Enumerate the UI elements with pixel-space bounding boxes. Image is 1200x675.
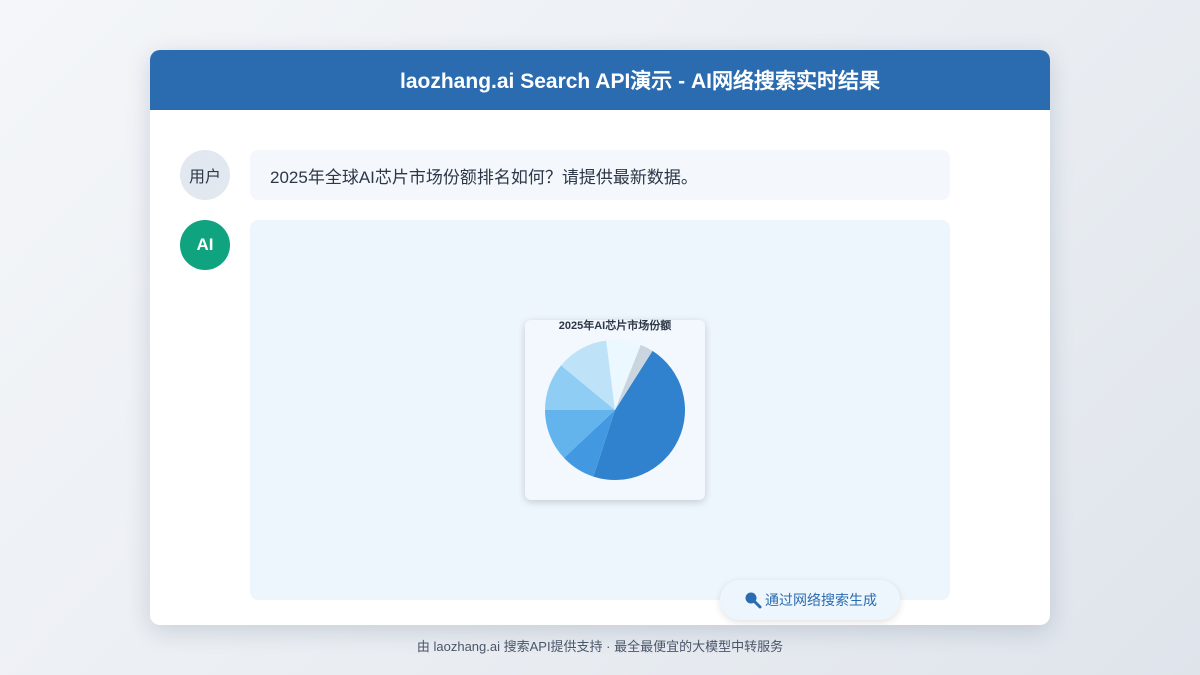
user-avatar: 用户	[180, 150, 230, 200]
ai-avatar: AI	[180, 220, 230, 270]
search-icon	[743, 590, 763, 610]
search-source-badge[interactable]: 通过网络搜索生成	[720, 580, 900, 620]
footer-text: 由 laozhang.ai 搜索API提供支持 · 最全最便宜的大模型中转服务	[416, 639, 784, 654]
user-message-bubble: 2025年全球AI芯片市场份额排名如何？请提供最新数据。	[250, 150, 950, 200]
market-share-chart: 2025年AI芯片市场份额	[525, 320, 705, 500]
search-source-label: 通过网络搜索生成	[765, 592, 877, 608]
chart-title: 2025年AI芯片市场份额	[558, 320, 672, 332]
pie-chart-svg	[545, 340, 685, 480]
chat-window: laozhang.ai Search API演示 - AI网络搜索实时结果 用户…	[150, 50, 1050, 625]
window-title: laozhang.ai Search API演示 - AI网络搜索实时结果	[150, 50, 1050, 110]
ai-message-bubble: 2025年AI芯片市场份额	[250, 220, 950, 600]
user-message-text: 2025年全球AI芯片市场份额排名如何？请提供最新数据。	[270, 167, 698, 187]
